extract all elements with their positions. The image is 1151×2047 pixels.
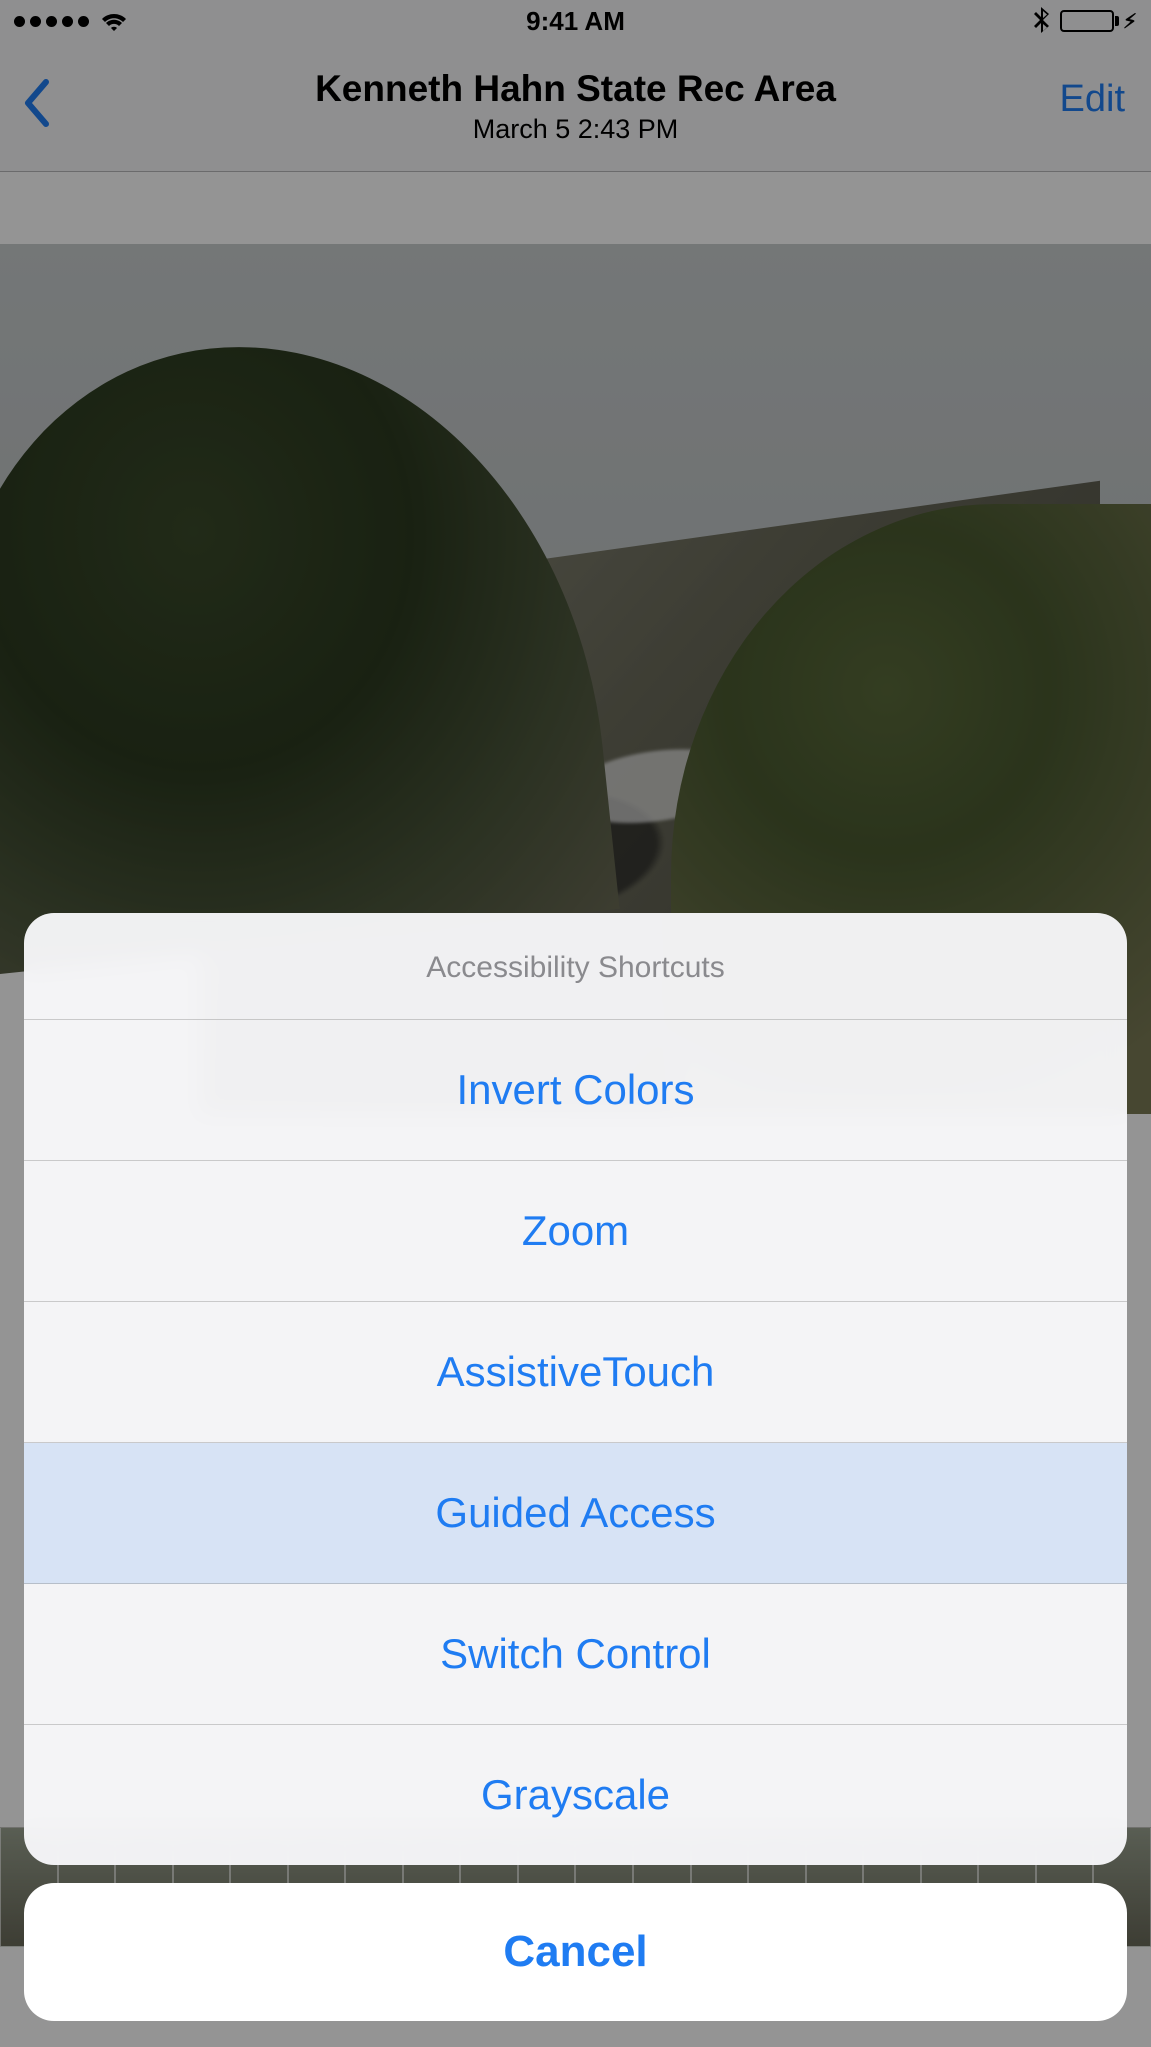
action-sheet-item-assistivetouch[interactable]: AssistiveTouch: [24, 1302, 1127, 1443]
action-sheet-item-guided-access[interactable]: Guided Access: [24, 1443, 1127, 1584]
action-sheet-item-switch-control[interactable]: Switch Control: [24, 1584, 1127, 1725]
action-sheet-item-grayscale[interactable]: Grayscale: [24, 1725, 1127, 1865]
action-sheet-item-invert-colors[interactable]: Invert Colors: [24, 1020, 1127, 1161]
action-sheet-title: Accessibility Shortcuts: [24, 913, 1127, 1020]
cancel-button[interactable]: Cancel: [24, 1883, 1127, 2021]
action-sheet: Accessibility Shortcuts Invert Colors Zo…: [24, 913, 1127, 2021]
action-sheet-item-zoom[interactable]: Zoom: [24, 1161, 1127, 1302]
action-sheet-panel: Accessibility Shortcuts Invert Colors Zo…: [24, 913, 1127, 1865]
